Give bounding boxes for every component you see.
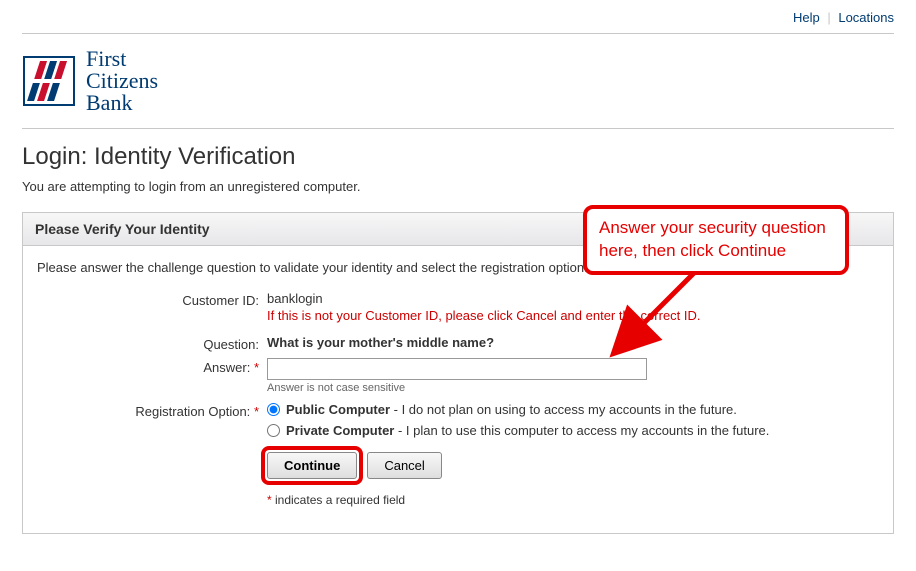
page-subtitle: You are attempting to login from an unre… xyxy=(22,179,894,194)
answer-input[interactable] xyxy=(267,358,647,380)
logo-line-2: Citizens xyxy=(86,70,158,92)
nav-separator: | xyxy=(827,10,830,25)
page-title: Login: Identity Verification xyxy=(22,143,894,171)
locations-link[interactable]: Locations xyxy=(838,10,894,25)
cancel-button[interactable]: Cancel xyxy=(367,452,441,479)
logo: First Citizens Bank xyxy=(22,42,894,124)
logo-line-1: First xyxy=(86,48,158,70)
help-link[interactable]: Help xyxy=(793,10,820,25)
public-computer-label: Public Computer - I do not plan on using… xyxy=(286,402,737,417)
customer-id-label: Customer ID: xyxy=(37,291,267,308)
annotation-callout: Answer your security question here, then… xyxy=(583,205,849,275)
answer-label: Answer: * xyxy=(37,358,267,375)
header-rule xyxy=(22,128,894,129)
customer-id-warning: If this is not your Customer ID, please … xyxy=(267,306,879,329)
public-computer-radio[interactable] xyxy=(267,403,280,416)
registration-label: Registration Option: * xyxy=(37,402,267,419)
customer-id-value: banklogin xyxy=(267,291,879,306)
continue-button-highlight: Continue xyxy=(267,452,357,479)
logo-line-3: Bank xyxy=(86,92,158,114)
top-nav: Help | Locations xyxy=(22,10,894,29)
top-rule xyxy=(22,33,894,34)
answer-hint: Answer is not case sensitive xyxy=(267,382,879,394)
required-footnote: * indicates a required field xyxy=(267,493,879,507)
question-label: Question: xyxy=(37,335,267,352)
continue-button[interactable]: Continue xyxy=(267,452,357,479)
private-computer-radio[interactable] xyxy=(267,424,280,437)
question-value: What is your mother's middle name? xyxy=(267,335,879,350)
private-computer-label: Private Computer - I plan to use this co… xyxy=(286,423,769,438)
bank-logo-icon xyxy=(22,55,76,107)
logo-text: First Citizens Bank xyxy=(86,48,158,114)
